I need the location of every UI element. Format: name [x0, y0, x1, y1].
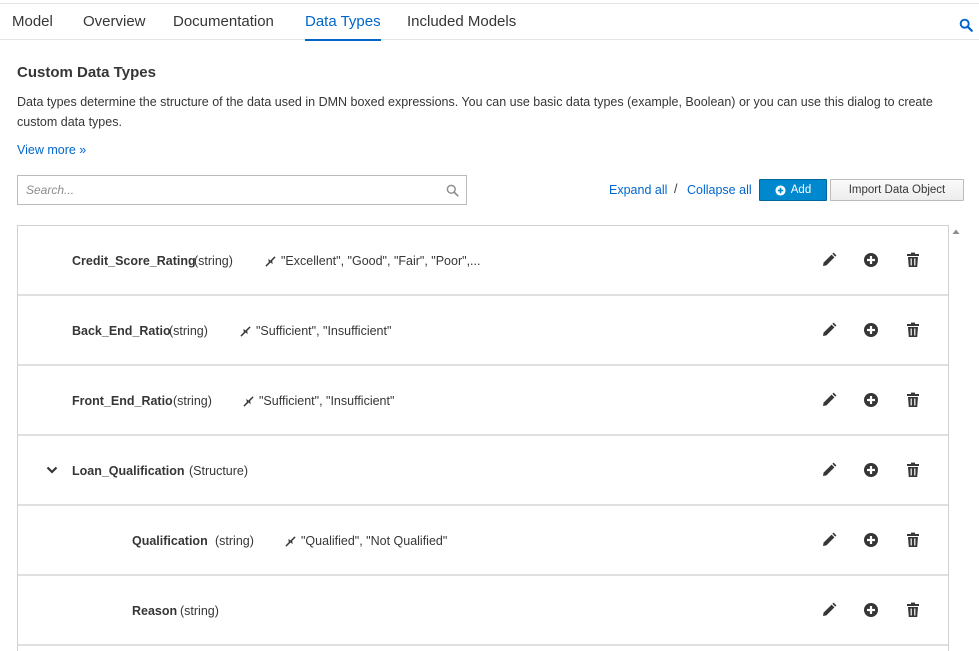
data-type-row[interactable]: Front_End_Ratio (string) "Sufficient", "… — [18, 366, 948, 436]
add-button-label: Add — [790, 184, 812, 196]
editor-tabs: Model Overview Documentation Data Types … — [0, 4, 979, 41]
data-type-type: (string) — [194, 254, 233, 268]
data-type-type: (string) — [215, 534, 254, 548]
data-type-name: Front_End_Ratio — [72, 394, 173, 408]
trash-icon[interactable] — [905, 532, 921, 548]
data-type-constraint: "Sufficient", "Insufficient" — [256, 324, 392, 338]
tab-documentation[interactable]: Documentation — [173, 13, 274, 30]
search-input[interactable] — [18, 176, 438, 204]
data-type-name: Loan_Qualification — [72, 464, 185, 478]
add-button[interactable]: Add — [759, 179, 827, 201]
pencil-icon[interactable] — [821, 532, 837, 548]
constraint-icon — [240, 326, 251, 337]
trash-icon[interactable] — [905, 602, 921, 618]
scroll-up-arrow[interactable] — [951, 227, 961, 237]
data-type-name: Credit_Score_Rating — [72, 254, 196, 268]
pencil-icon[interactable] — [821, 392, 837, 408]
trash-icon[interactable] — [905, 322, 921, 338]
data-type-type: (string) — [173, 394, 212, 408]
pencil-icon[interactable] — [821, 462, 837, 478]
data-type-constraint: "Sufficient", "Insufficient" — [259, 394, 395, 408]
data-type-type: (Structure) — [189, 464, 249, 478]
constraint-icon — [243, 396, 254, 407]
constraint-icon — [265, 256, 276, 267]
data-type-row[interactable]: Back_End_Ratio (string) "Sufficient", "I… — [18, 296, 948, 366]
tab-data-types[interactable]: Data Types — [305, 13, 381, 41]
plus-circle-icon[interactable] — [863, 252, 879, 268]
data-type-type: (string) — [169, 324, 208, 338]
data-types-list: Credit_Score_Rating (string) "Excellent"… — [17, 225, 949, 651]
data-type-row[interactable]: Credit_Score_Rating (string) "Excellent"… — [18, 226, 948, 296]
trash-icon[interactable] — [905, 252, 921, 268]
expand-all-link[interactable]: Expand all — [609, 183, 667, 197]
data-type-constraint: "Qualified", "Not Qualified" — [301, 534, 448, 548]
trash-icon[interactable] — [905, 392, 921, 408]
plus-circle-icon[interactable] — [863, 532, 879, 548]
pencil-icon[interactable] — [821, 252, 837, 268]
plus-circle-icon[interactable] — [863, 322, 879, 338]
page-title: Custom Data Types — [17, 64, 156, 81]
collapse-all-link[interactable]: Collapse all — [687, 183, 752, 197]
search-field — [17, 175, 467, 205]
pencil-icon[interactable] — [821, 322, 837, 338]
trash-icon[interactable] — [905, 462, 921, 478]
data-type-constraint: "Excellent", "Good", "Fair", "Poor",... — [281, 254, 481, 268]
plus-circle-icon[interactable] — [863, 602, 879, 618]
search-icon — [446, 184, 459, 197]
tab-included-models[interactable]: Included Models — [407, 13, 516, 30]
tab-model[interactable]: Model — [12, 13, 53, 30]
data-type-name: Reason — [132, 604, 178, 618]
data-type-row[interactable]: Qualification (string) "Qualified", "Not… — [18, 506, 948, 576]
data-type-name: Qualification — [132, 534, 208, 548]
tab-overview[interactable]: Overview — [83, 13, 146, 30]
data-type-type: (string) — [180, 604, 219, 618]
constraint-icon — [285, 536, 296, 547]
link-separator: / — [674, 182, 678, 196]
plus-circle-icon[interactable] — [863, 462, 879, 478]
data-type-row[interactable]: Reason (string) — [18, 576, 948, 646]
plus-circle-icon — [775, 184, 786, 196]
plus-circle-icon[interactable] — [863, 392, 879, 408]
search-icon[interactable] — [959, 18, 973, 32]
pencil-icon[interactable] — [821, 602, 837, 618]
data-type-row[interactable]: Loan_Qualification (Structure) — [18, 436, 948, 506]
view-more-link[interactable]: View more » — [17, 143, 86, 157]
chevron-down-icon[interactable] — [46, 464, 58, 476]
import-data-object-button[interactable]: Import Data Object — [830, 179, 964, 201]
data-type-name: Back_End_Ratio — [72, 324, 171, 338]
page-description: Data types determine the structure of th… — [17, 95, 933, 129]
